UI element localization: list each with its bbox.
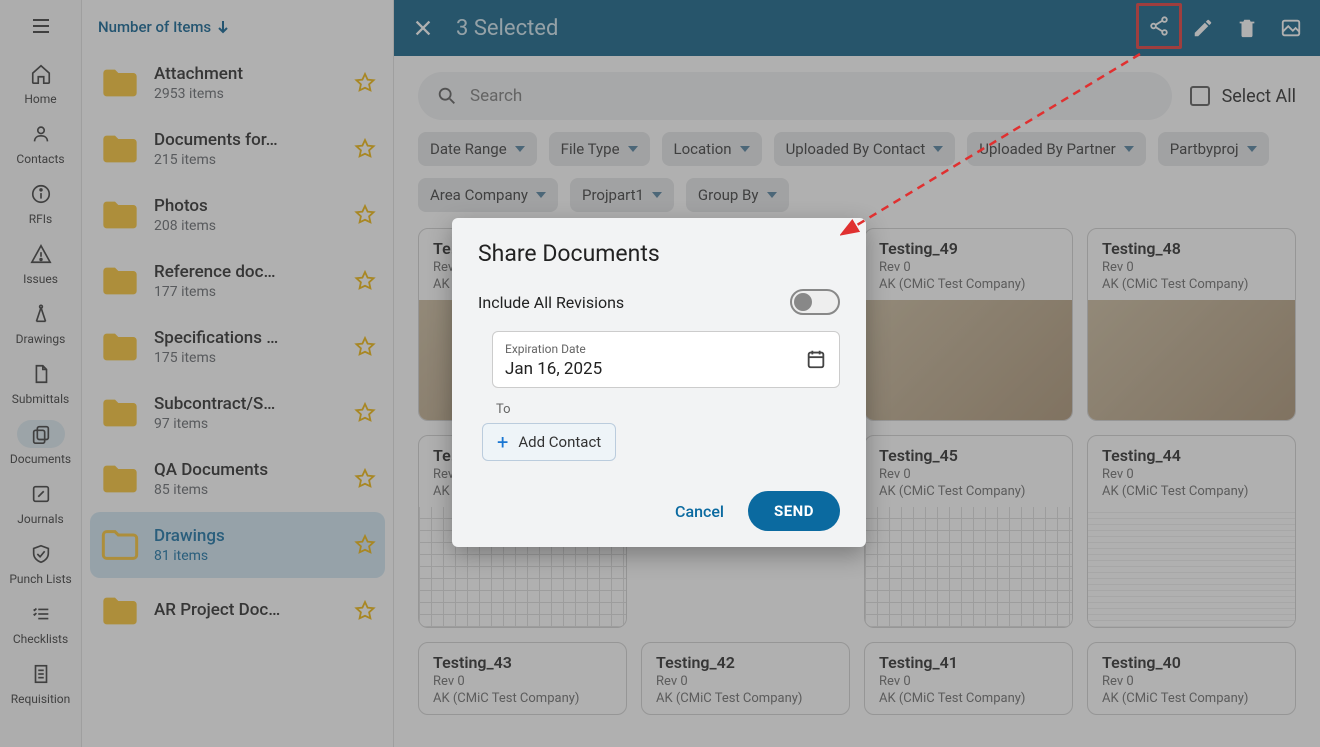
cancel-button[interactable]: Cancel: [675, 502, 724, 521]
add-contact-button[interactable]: + Add Contact: [482, 423, 616, 461]
modal-title: Share Documents: [478, 240, 840, 267]
share-documents-modal: Share Documents Include All Revisions Ex…: [452, 218, 866, 547]
expiration-date-field[interactable]: Expiration Date Jan 16, 2025: [492, 331, 840, 388]
send-button[interactable]: SEND: [748, 491, 840, 531]
add-contact-label: Add Contact: [518, 433, 601, 451]
expiration-date-value: Jan 16, 2025: [505, 359, 805, 379]
calendar-icon[interactable]: [805, 348, 827, 370]
expiration-date-label: Expiration Date: [505, 342, 586, 356]
include-revisions-label: Include All Revisions: [478, 293, 624, 312]
plus-icon: +: [497, 430, 508, 454]
include-revisions-toggle[interactable]: [790, 289, 840, 315]
to-label: To: [496, 402, 840, 417]
